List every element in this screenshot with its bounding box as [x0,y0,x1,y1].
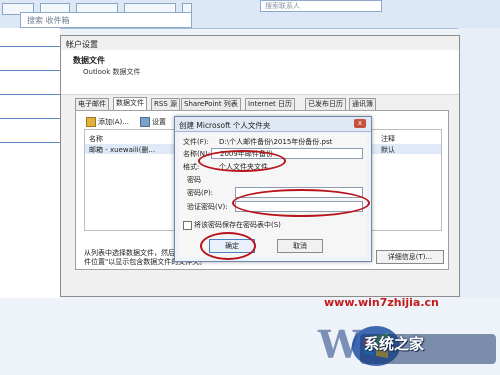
dialog-body: 文件(F): D:\个人邮件备份\2015年份备份.pst 名称(N): 200… [179,133,367,257]
dialog-titlebar: 创建 Microsoft 个人文件夹 x [175,117,371,132]
search-placeholder: 搜索 收件箱 [27,16,70,25]
details-button[interactable]: 详细信息(T)... [376,250,444,264]
add-button[interactable]: 添加(A)... [86,117,129,127]
verify-password-input[interactable] [235,201,363,212]
header-title: 数据文件 [73,56,105,65]
add-file-icon [86,117,96,127]
tab-email[interactable]: 电子邮件 [75,98,109,110]
dialog-title: 创建 Microsoft 个人文件夹 [179,121,271,130]
close-icon[interactable]: x [354,119,366,128]
watermark-url: www.win7zhijia.cn [324,296,439,309]
password-section-label: 密码 [187,176,201,184]
password-input[interactable] [235,187,363,198]
header-subtitle: Outlook 数据文件 [83,68,141,76]
name-label: 名称(N): [183,150,211,158]
file-label: 文件(F): [183,138,209,146]
save-password-label: 将该密码保存在密码表中(S) [194,221,281,229]
divider [0,118,60,119]
save-password-checkbox[interactable] [183,221,192,230]
divider [0,94,60,95]
contact-search-input[interactable]: 搜索联系人 [260,0,382,12]
settings-button[interactable]: 设置 [140,117,166,127]
tab-published-calendar[interactable]: 已发布日历 [305,98,346,110]
cancel-button[interactable]: 取消 [277,239,323,253]
row-name-cell: 邮箱 - xuewaili(删... [89,146,156,154]
tab-internet-calendar[interactable]: Internet 日历 [245,98,296,110]
divider [0,70,60,71]
create-personal-folder-dialog: 创建 Microsoft 个人文件夹 x 文件(F): D:\个人邮件备份\20… [174,116,372,262]
row-note-cell: 默认 [381,146,395,154]
search-input[interactable]: 搜索 收件箱 [20,12,192,28]
password-label: 密码(P): [187,189,214,197]
column-header-note[interactable]: 注释 [381,134,395,144]
add-label: 添加(A)... [98,118,129,126]
dialog-title: 帐户设置 [66,40,98,49]
ok-button[interactable]: 确定 [209,239,255,253]
divider [0,142,60,143]
name-value: 2009年邮件备份 [220,150,273,158]
settings-icon [140,117,150,127]
tab-sharepoint[interactable]: SharePoint 列表 [181,98,241,110]
contact-search-placeholder: 搜索联系人 [265,2,300,10]
tab-address-book[interactable]: 通讯簿 [349,98,376,110]
verify-password-label: 验证密码(V): [187,203,228,211]
watermark-brand-text: 系统之家 [364,335,425,353]
dialog-header: 数据文件 Outlook 数据文件 [61,50,459,95]
settings-label: 设置 [152,118,166,126]
divider [0,46,60,47]
format-label: 格式: [183,163,200,171]
column-header-name[interactable]: 名称 [89,134,103,144]
format-value: 个人文件夹文件 [219,163,268,171]
tab-data-files[interactable]: 数据文件 [113,97,147,110]
file-path-value: D:\个人邮件备份\2015年份备份.pst [219,138,333,146]
reading-pane [458,28,500,298]
tab-rss[interactable]: RSS 源 [151,98,180,110]
name-input[interactable]: 2009年邮件备份 [211,148,363,159]
navigation-pane [0,28,60,298]
